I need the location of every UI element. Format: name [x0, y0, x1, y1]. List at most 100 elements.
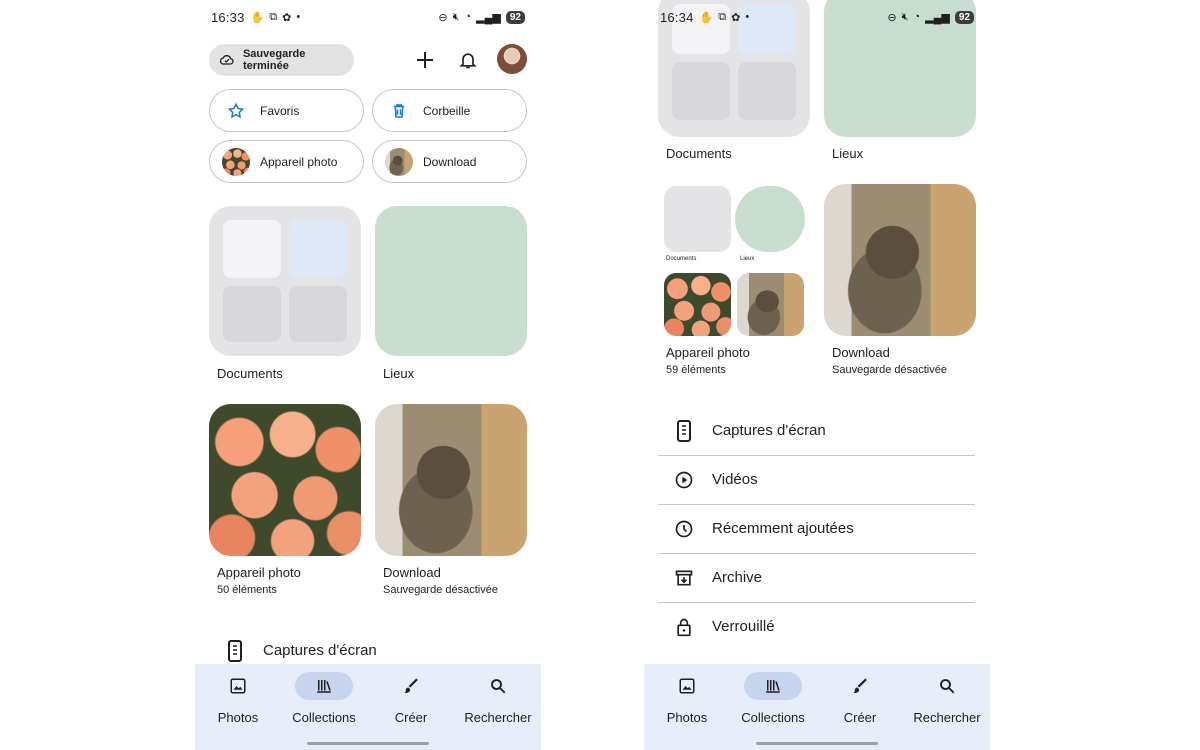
list-item-captures[interactable]: Captures d'écran	[658, 406, 975, 455]
bell-icon	[459, 53, 477, 69]
screen-left: 16:33 ✋ ⧉ ✿ • ⊖ 🔇︎ ◔ ▂▄▆ 92 Sauvegarde t…	[195, 0, 541, 750]
list-item-videos[interactable]: Vidéos	[658, 455, 975, 504]
flower-status-icon: ✿	[282, 11, 292, 24]
wifi-icon: ◔	[464, 11, 472, 23]
search-icon	[469, 672, 527, 700]
nav-collections[interactable]: Collections	[281, 672, 367, 732]
status-icons: ✋ ⧉ ✿ •	[700, 11, 750, 24]
album-title: Download	[832, 345, 890, 360]
doc-thumb	[223, 286, 281, 342]
shortcut-label: Favoris	[260, 103, 300, 118]
brush-icon	[831, 672, 889, 700]
nav-label: Collections	[741, 710, 805, 725]
backup-label: Sauvegarde terminée	[242, 48, 306, 72]
nav-rechercher[interactable]: Rechercher	[904, 672, 990, 732]
album-appareil-photo-cover[interactable]	[209, 404, 361, 556]
notifications-button[interactable]	[456, 48, 480, 72]
signal-icon: ▂▄▆	[925, 11, 950, 24]
list-label: Récemment ajoutées	[712, 520, 854, 537]
dot-icon: •	[296, 11, 301, 23]
photo-icon	[209, 672, 267, 700]
nav-label: Rechercher	[913, 710, 981, 725]
doc-thumb	[738, 62, 796, 120]
nav-label: Photos	[666, 710, 708, 725]
flower-thumb	[222, 147, 250, 176]
doc-thumb	[223, 220, 281, 278]
nav-collections[interactable]: Collections	[730, 672, 816, 732]
list-label: Captures d'écran	[263, 642, 377, 659]
list-item-recent[interactable]: Récemment ajoutées	[658, 504, 975, 553]
album-documents-cover[interactable]	[209, 206, 361, 356]
doc-thumb	[289, 220, 347, 278]
status-icons: ✋ ⧉ ✿ •	[251, 11, 301, 24]
album-subtitle: Sauvegarde désactivée	[832, 364, 947, 376]
shortcut-label: Appareil photo	[260, 154, 338, 169]
flower-status-icon: ✿	[731, 11, 741, 24]
backup-status-chip[interactable]: Sauvegarde terminée	[209, 44, 354, 76]
screenshot-icon: ⧉	[269, 10, 278, 23]
doc-thumb	[289, 286, 347, 342]
system-icons: ⊖ 🔇︎ ◔ ▂▄▆ 92	[438, 10, 525, 24]
shortcut-download[interactable]: Download	[372, 140, 527, 183]
album-appareil-photo-cover[interactable]	[658, 184, 810, 336]
lock-icon	[672, 615, 696, 639]
nav-creer[interactable]: Créer	[368, 672, 454, 732]
battery-badge: 92	[954, 10, 974, 24]
battery-badge: 92	[505, 10, 525, 24]
dot-icon: •	[745, 11, 750, 23]
archive-icon	[672, 566, 696, 590]
album-title: Lieux	[383, 366, 415, 381]
photo-icon	[658, 672, 716, 700]
album-lieux-cover[interactable]	[375, 206, 527, 356]
nav-label: Photos	[217, 710, 259, 725]
status-time: 16:33	[211, 9, 245, 25]
hand-icon: ✋	[699, 11, 714, 24]
nav-label: Rechercher	[464, 710, 532, 725]
wifi-icon: ◔	[913, 11, 921, 23]
album-title: Documents	[666, 146, 732, 161]
album-title: Appareil photo	[666, 345, 750, 360]
signal-icon: ▂▄▆	[476, 11, 501, 24]
shortcut-appareil-photo[interactable]: Appareil photo	[209, 140, 364, 183]
nav-creer[interactable]: Créer	[817, 672, 903, 732]
screenshot-icon: ⧉	[718, 10, 727, 23]
plus-icon	[417, 52, 433, 68]
phone-icon	[223, 639, 247, 663]
shortcut-corbeille[interactable]: Corbeille	[372, 89, 527, 132]
clock-icon	[672, 517, 696, 541]
status-bar: 16:33 ✋ ⧉ ✿ • ⊖ 🔇︎ ◔ ▂▄▆ 92	[211, 8, 525, 26]
search-icon	[918, 672, 976, 700]
collections-icon	[295, 672, 353, 700]
album-subtitle: 50 éléments	[217, 584, 277, 596]
mute-icon: 🔇︎	[452, 10, 460, 23]
album-title: Download	[383, 565, 441, 580]
shortcut-favoris[interactable]: Favoris	[209, 89, 364, 132]
list-item-archive[interactable]: Archive	[658, 553, 975, 602]
list-item-verrouille[interactable]: Verrouillé	[658, 602, 975, 651]
nav-rechercher[interactable]: Rechercher	[455, 672, 541, 732]
album-download-cover[interactable]	[824, 184, 976, 336]
hand-icon: ✋	[250, 11, 265, 24]
account-avatar[interactable]	[497, 44, 527, 74]
doc-thumb	[672, 62, 730, 120]
shortcut-label: Download	[423, 154, 477, 169]
phone-icon	[672, 419, 696, 443]
list-label: Archive	[712, 569, 763, 586]
nav-photos[interactable]: Photos	[644, 672, 730, 732]
status-bar: 16:34 ✋ ⧉ ✿ • ⊖ 🔇︎ ◔ ▂▄▆ 92	[660, 8, 974, 26]
bottom-navigation: Photos Collections Créer Rechercher	[644, 664, 990, 750]
add-button[interactable]	[413, 48, 437, 72]
nav-photos[interactable]: Photos	[195, 672, 281, 732]
album-title: Appareil photo	[217, 565, 301, 580]
star-icon	[222, 97, 250, 125]
screen-right: 16:34 ✋ ⧉ ✿ • ⊖ 🔇︎ ◔ ▂▄▆ 92 Documents Li…	[644, 0, 990, 750]
nav-label: Créer	[394, 710, 428, 725]
bottom-navigation: Photos Collections Créer Rechercher	[195, 664, 541, 750]
system-icons: ⊖ 🔇︎ ◔ ▂▄▆ 92	[887, 10, 974, 24]
album-title: Documents	[217, 366, 283, 381]
cat-thumb	[385, 147, 413, 176]
home-indicator[interactable]	[756, 742, 878, 745]
album-download-cover[interactable]	[375, 404, 527, 556]
home-indicator[interactable]	[307, 742, 429, 745]
album-title: Lieux	[832, 146, 864, 161]
